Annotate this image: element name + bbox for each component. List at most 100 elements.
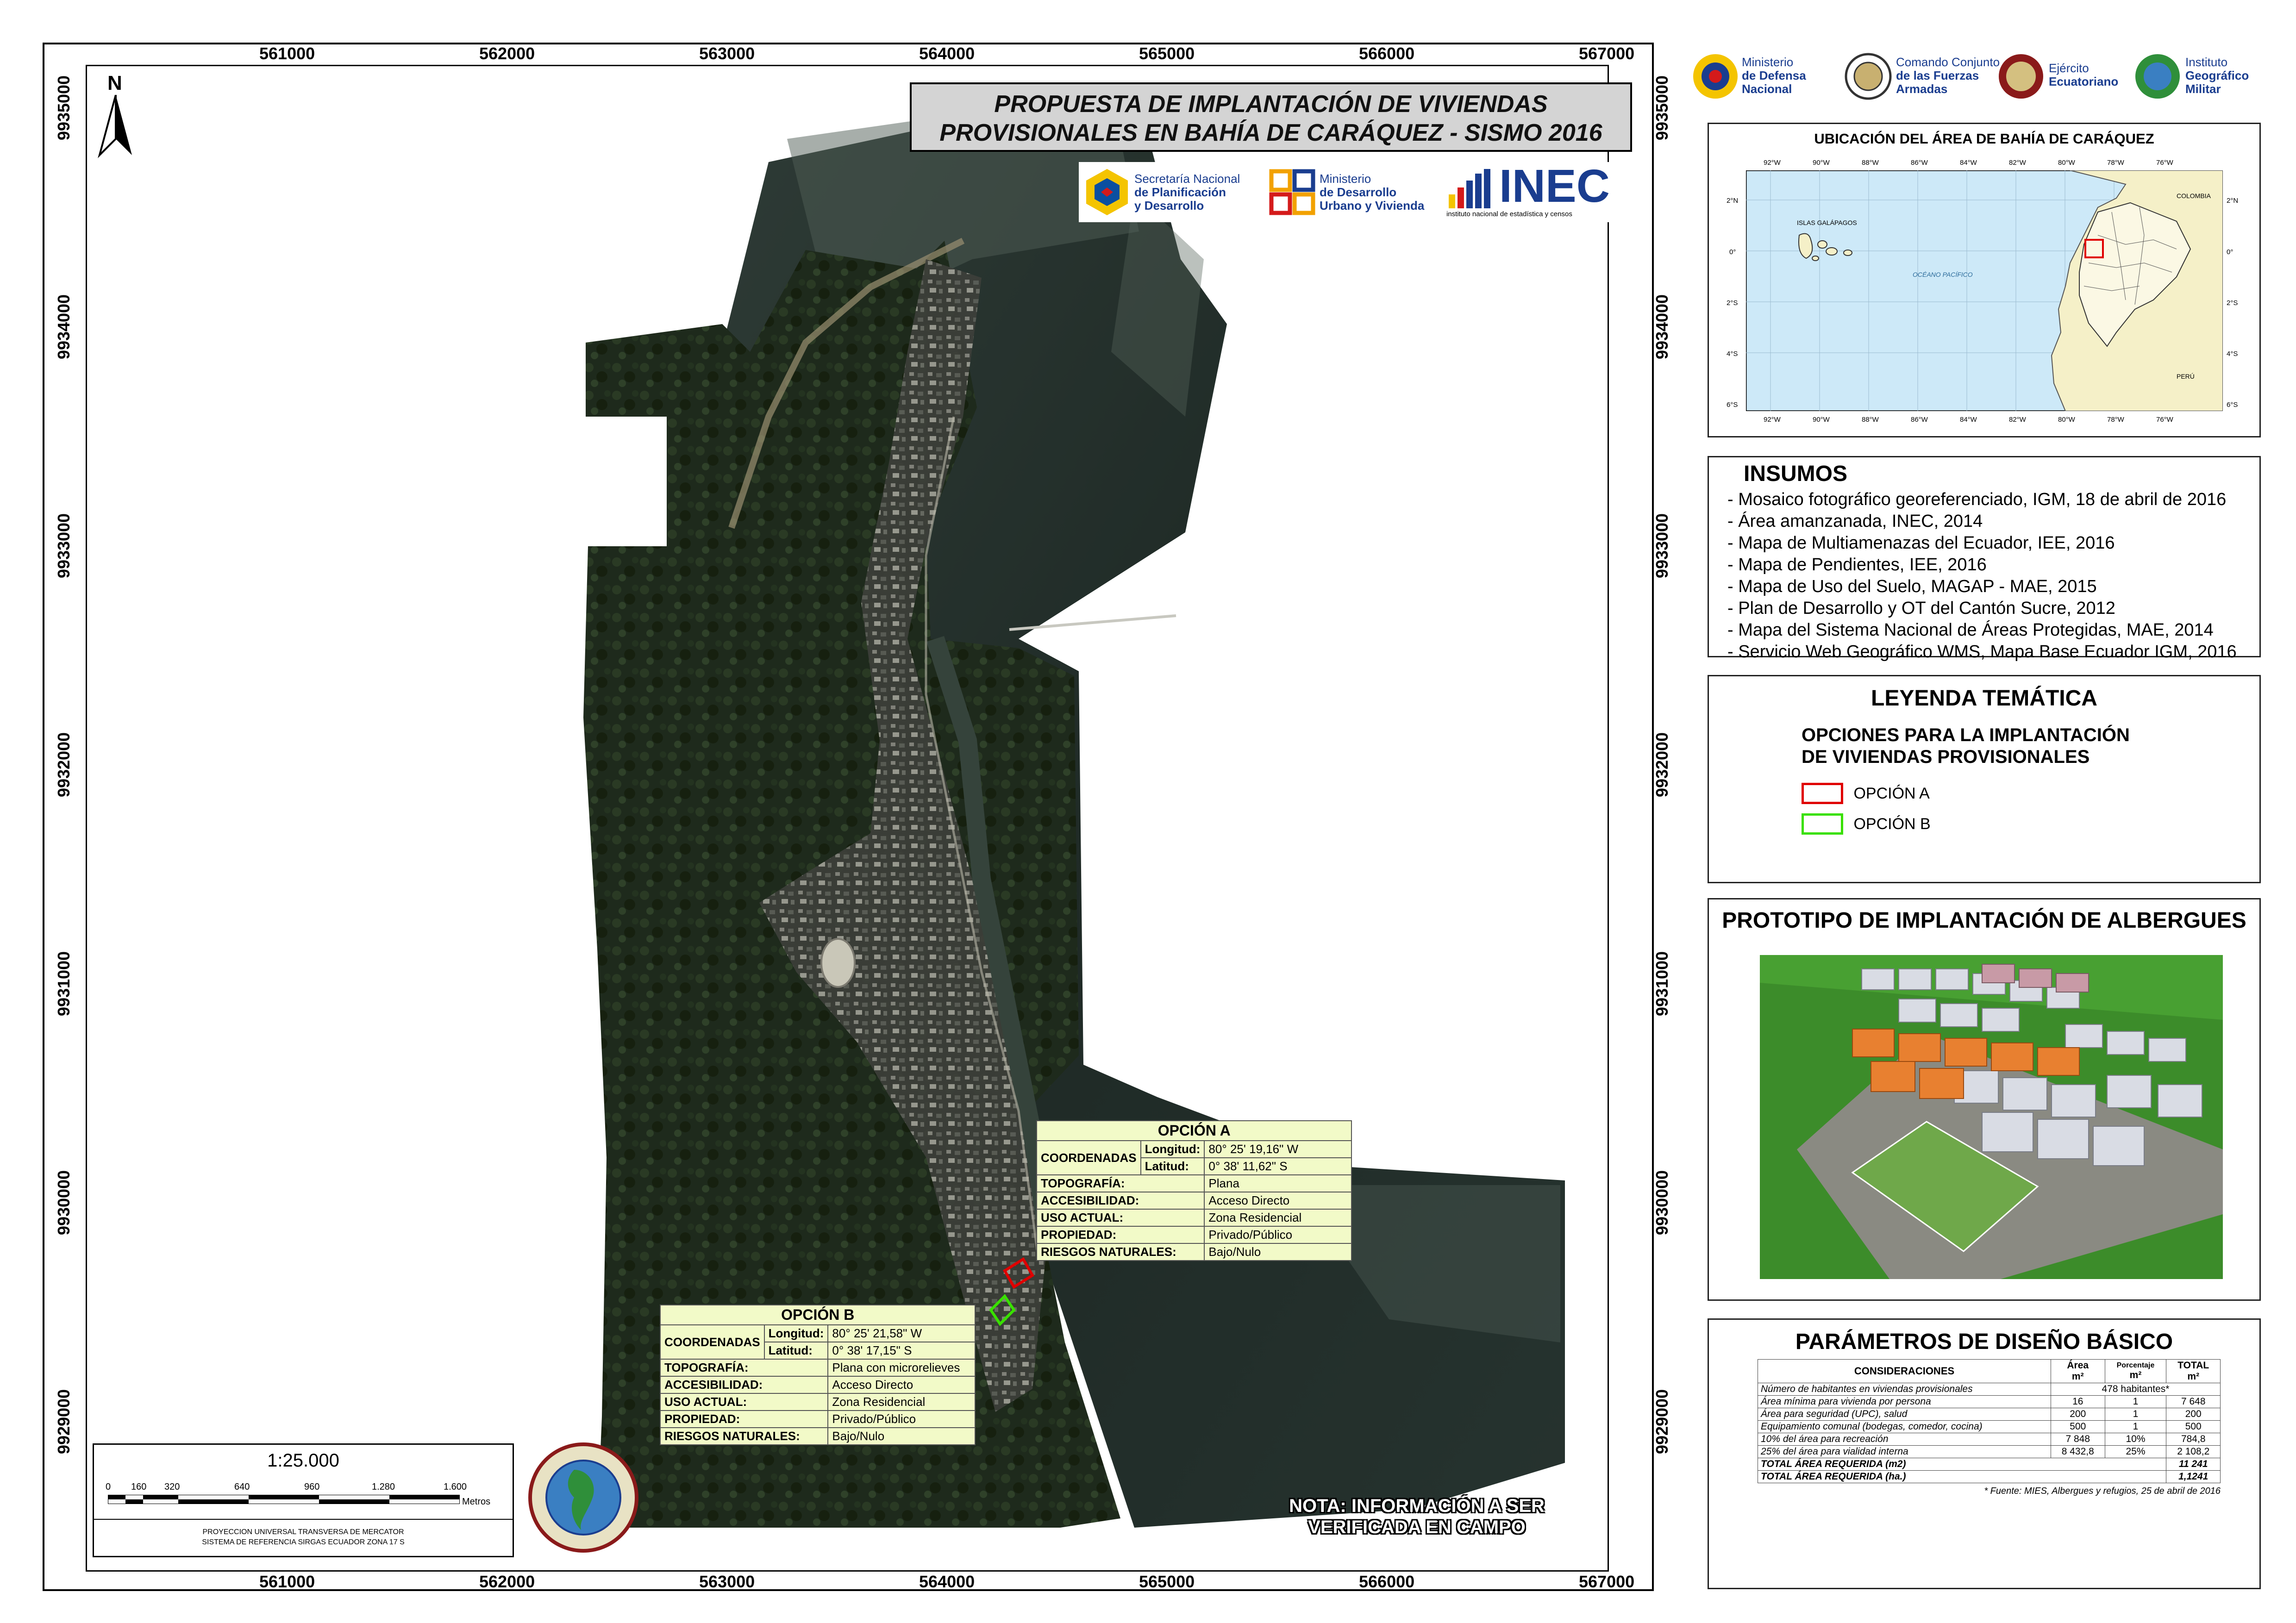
lon-label: 86°W (1911, 159, 1928, 167)
params-header-label: TOTAL (2177, 1360, 2209, 1371)
params-cell: 500 (2166, 1420, 2221, 1433)
inec-bars-icon (1449, 169, 1490, 208)
params-cell: 500 (2051, 1420, 2105, 1433)
ccffaa-line: Armadas (1896, 82, 1948, 96)
table-row: 10% del área para recreación 7 848 10% 7… (1758, 1433, 2221, 1446)
igm-line: Geográfico (2185, 69, 2249, 82)
legend-item-option-b: OPCIÓN B (1802, 813, 1931, 835)
params-total-m2-label: TOTAL ÁREA REQUERIDA (m2) (1757, 1458, 2167, 1471)
field-note: NOTA: INFORMACIÓN A SER VERIFICADA EN CA… (1278, 1495, 1556, 1538)
option-b-row-value: Acceso Directo (827, 1376, 976, 1394)
params-header: CONSIDERACIONES (1758, 1359, 2051, 1383)
option-b-row-value: Privado/Público (827, 1410, 976, 1428)
table-row: 25% del área para vialidad interna 8 432… (1758, 1445, 2221, 1458)
lat-label: 2°S (1727, 299, 1738, 307)
params-header-unit: m² (2129, 1370, 2142, 1380)
params-cell: Área mínima para vivienda por persona (1758, 1395, 2051, 1408)
inec-subtitle: instituto nacional de estadística y cens… (1446, 210, 1572, 218)
option-a-row-value: Bajo/Nulo (1204, 1243, 1352, 1261)
option-a-row-value: Privado/Público (1204, 1226, 1352, 1244)
option-b-coord-label: COORDENADAS (660, 1324, 765, 1360)
lon-label: 80°W (2058, 416, 2075, 424)
lon-label: 88°W (1862, 416, 1879, 424)
lon-label: 80°W (2058, 159, 2075, 167)
ejercito-line: Ejército (2049, 61, 2089, 75)
table-row: Área mínima para vivienda por persona 16… (1758, 1395, 2221, 1408)
ccffaa-icon (1845, 53, 1892, 100)
inec-logo: INEC instituto nacional de estadística y… (1445, 162, 1630, 222)
legend-subtitle-line-2: DE VIVIENDAS PROVISIONALES (1802, 747, 2090, 767)
option-a-title: OPCIÓN A (1036, 1120, 1352, 1141)
miduvi-icon (1269, 169, 1315, 215)
option-a-lon: 80° 25' 19,16" W (1204, 1140, 1352, 1158)
option-b-row-label: USO ACTUAL: (659, 1393, 829, 1411)
legend-panel: LEYENDA TEMÁTICA OPCIONES PARA LA IMPLAN… (1708, 675, 2261, 883)
ejercito-icon (1999, 54, 2043, 99)
params-cell: 10% del área para recreación (1758, 1433, 2051, 1446)
option-b-lon: 80° 25' 21,58" W (827, 1324, 976, 1342)
params-header: Área m² (2051, 1359, 2105, 1383)
prototype-render (1760, 955, 2223, 1279)
miduvi-line: Urbano y Vivienda (1320, 199, 1425, 212)
peru-label: PERÚ (2177, 373, 2195, 380)
senplades-line: Secretaría Nacional (1134, 172, 1240, 186)
scale-unit: Metros (462, 1497, 491, 1507)
senplades-icon (1086, 169, 1128, 215)
option-b-lat: 0° 38' 17,15" S (827, 1342, 976, 1360)
note-line-1: NOTA: INFORMACIÓN A SER (1289, 1496, 1545, 1516)
insumo-item: - Mapa del Sistema Nacional de Áreas Pro… (1727, 620, 2214, 640)
scale-label: 1.600 (444, 1482, 467, 1492)
scale-divider (94, 1519, 513, 1520)
params-cell: 1 (2104, 1395, 2167, 1408)
option-b-lon-label: Longitud: (763, 1324, 829, 1342)
lon-label: 92°W (1764, 159, 1781, 167)
north-label: N (107, 72, 122, 94)
mdn-line: Ministerio (1742, 55, 1794, 69)
igm-line: Militar (2185, 82, 2221, 96)
scale-label: 160 (131, 1482, 147, 1492)
north-arrow: N (95, 72, 137, 160)
option-a-lat: 0° 38' 11,62" S (1204, 1157, 1352, 1175)
lon-label: 76°W (2156, 159, 2173, 167)
params-header-unit: m² (2187, 1371, 2200, 1382)
lon-label: 82°W (2009, 159, 2026, 167)
lat-label: 2°N (1727, 197, 1739, 205)
option-b-row-value: Zona Residencial (827, 1393, 976, 1411)
header-logos: Ministerio de Defensa Nacional Comando C… (1690, 46, 2269, 111)
mdn-line: de Defensa (1742, 69, 1806, 82)
lon-label: 90°W (1813, 416, 1830, 424)
lat-label: 2°N (2227, 197, 2239, 205)
lat-label: 4°S (1727, 350, 1738, 358)
option-a-lon-label: Longitud: (1140, 1140, 1205, 1158)
option-a-coord-label: COORDENADAS (1036, 1140, 1141, 1175)
ccffaa-line: de las Fuerzas (1896, 69, 1979, 82)
lon-label: 88°W (1862, 159, 1879, 167)
lat-label: 0° (2227, 248, 2233, 256)
option-b-row-label: PROPIEDAD: (659, 1410, 829, 1428)
scale-bar (108, 1495, 460, 1504)
table-row: TOTAL ÁREA REQUERIDA (m2) 11 241 (1757, 1458, 2221, 1471)
params-cell: 16 (2051, 1395, 2105, 1408)
insumo-item: - Mosaico fotográfico georeferenciado, I… (1727, 490, 2227, 509)
params-cell: 1 (2104, 1408, 2167, 1421)
params-cell: 2 108,2 (2166, 1445, 2221, 1458)
option-a-row-label: ACCESIBILIDAD: (1036, 1192, 1205, 1210)
lat-label: 6°S (2227, 401, 2238, 409)
params-header-label: Área (2067, 1360, 2089, 1371)
scale-label: 320 (164, 1482, 180, 1492)
params-table-wrap: CONSIDERACIONES Área m² Porcentaje m² TOTA… (1757, 1359, 2221, 1497)
lon-label: 90°W (1813, 159, 1830, 167)
params-cell: 200 (2166, 1408, 2221, 1421)
legend-subtitle-line-1: OPCIONES PARA LA IMPLANTACIÓN (1802, 725, 2130, 745)
ccffaa-line: Comando Conjunto (1896, 55, 2000, 69)
lon-label: 84°W (1960, 159, 1977, 167)
option-a-table: OPCIÓN A COORDENADAS Longitud: 80° 25' 1… (1036, 1120, 1352, 1261)
igm-icon (2135, 54, 2180, 99)
params-total-ha: 1,1241 (2166, 1470, 2221, 1483)
note-line-2: VERIFICADA EN CAMPO (1308, 1517, 1526, 1537)
location-map-title: UBICACIÓN DEL ÁREA DE BAHÍA DE CARÁQUEZ (1814, 131, 2154, 147)
miduvi-logo: Ministerio de Desarrollo Urbano y Vivien… (1264, 162, 1435, 222)
insumo-item: - Servicio Web Geográfico WMS, Mapa Base… (1727, 642, 2237, 662)
option-a-row-value: Acceso Directo (1204, 1192, 1352, 1210)
params-cell: Área para seguridad (UPC), salud (1758, 1408, 2051, 1421)
